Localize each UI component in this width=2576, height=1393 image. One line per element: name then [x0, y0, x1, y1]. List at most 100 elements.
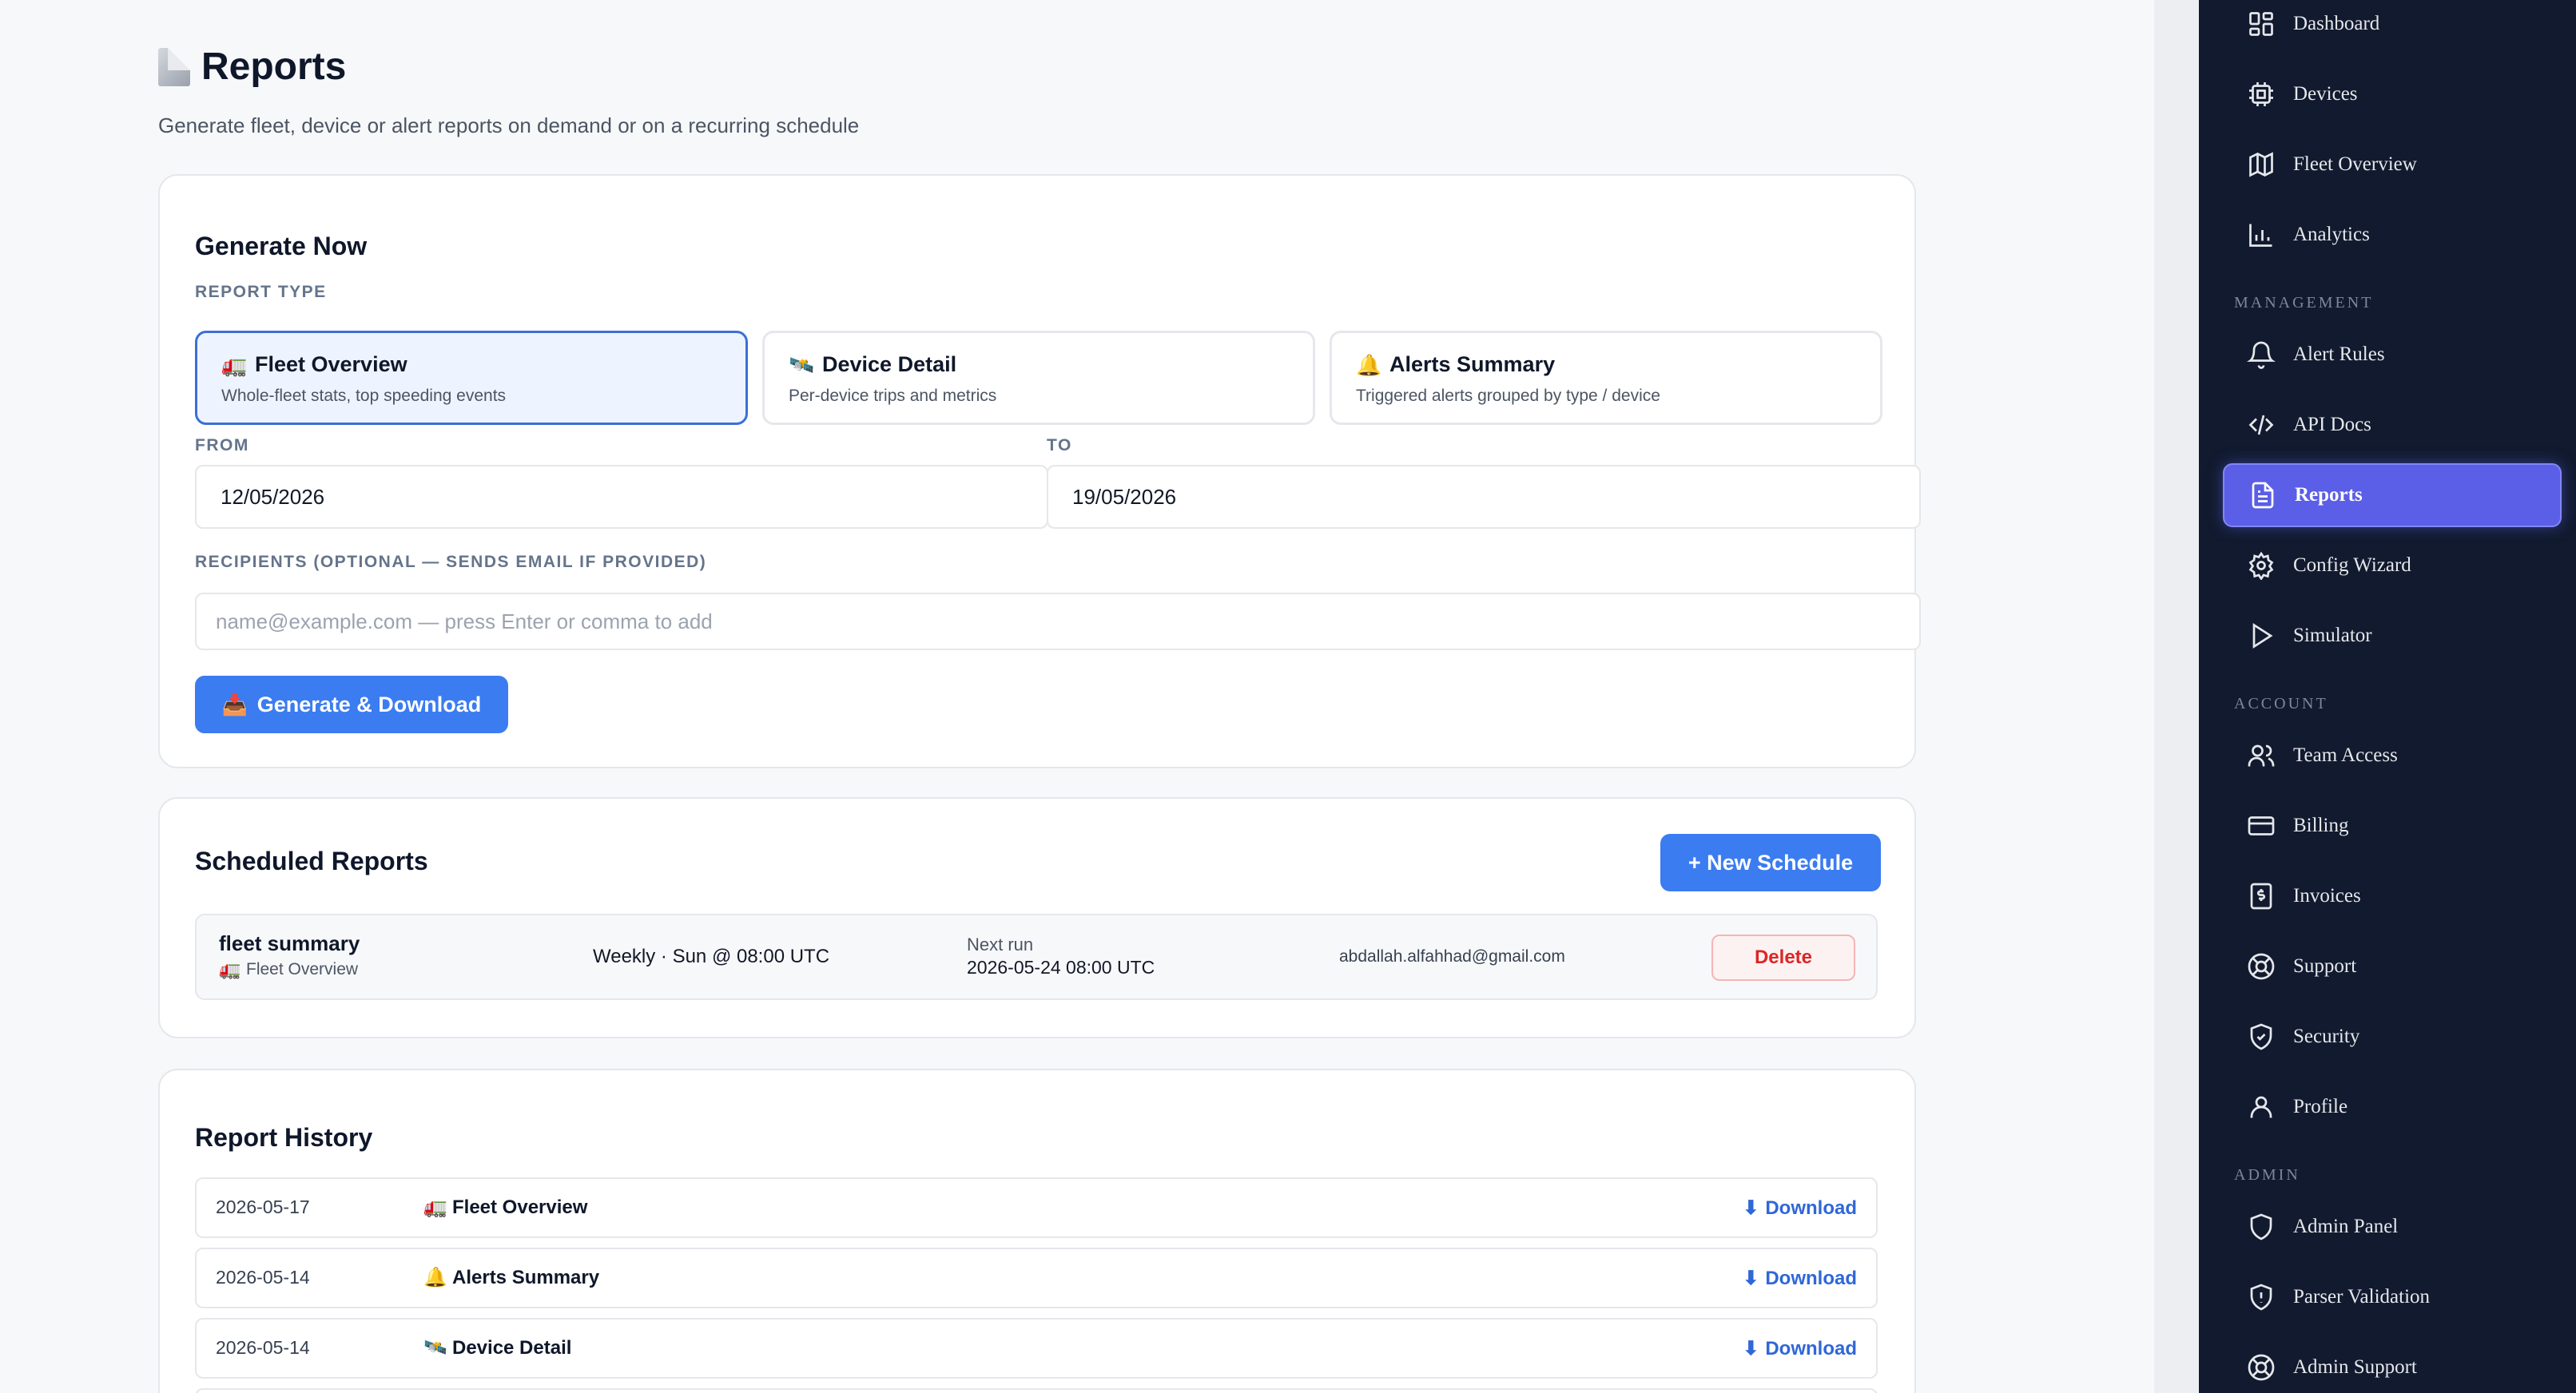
scheduled-report-row: fleet summary 🚛 Fleet Overview Weekly · … — [195, 914, 1878, 1000]
scheduled-reports-card: Scheduled Reports + New Schedule fleet s… — [158, 797, 1916, 1038]
sidebar-item-label: Config Wizard — [2293, 554, 2411, 576]
shield-alert-icon — [2250, 1284, 2272, 1311]
page-title-text: Reports — [201, 46, 347, 88]
download-link[interactable]: ⬇ Download — [1743, 1337, 1857, 1360]
option-title: Alerts Summary — [1389, 352, 1556, 376]
history-row: 2026-05-17 🚛 Fleet Overview ⬇ Download — [195, 1177, 1878, 1238]
schedule-frequency: Weekly · Sun @ 08:00 UTC — [593, 946, 830, 967]
document-icon — [158, 47, 190, 86]
sidebar-item-label: Admin Support — [2293, 1356, 2417, 1378]
sidebar: Dashboard Devices Fleet Overview Analyti… — [2199, 0, 2576, 1393]
schedule-recipient: abdallah.alfahhad@gmail.com — [1339, 947, 1565, 966]
to-date-field[interactable]: 19/05/2026 — [1047, 465, 1921, 529]
new-schedule-button[interactable]: + New Schedule — [1660, 834, 1881, 891]
option-title: Device Detail — [822, 352, 957, 376]
download-label: Download — [1765, 1267, 1857, 1289]
bell-icon: 🔔 — [1356, 352, 1382, 377]
download-link[interactable]: ⬇ Download — [1743, 1267, 1857, 1290]
sidebar-item-admin-support[interactable]: Admin Support — [2223, 1335, 2562, 1393]
history-row: 2026-05-14 🛰️ Device Detail ⬇ Download — [195, 1318, 1878, 1379]
history-row — [195, 1388, 1878, 1393]
to-label: TO — [1047, 436, 1072, 454]
main-content: Reports Generate fleet, device or alert … — [0, 0, 2154, 1393]
sidebar-item-alert-rules[interactable]: Alert Rules — [2223, 323, 2562, 387]
truck-icon: 🚛 — [221, 352, 248, 377]
schedule-type-label: Fleet Overview — [246, 960, 359, 978]
sidebar-item-fleet-overview[interactable]: Fleet Overview — [2223, 133, 2562, 196]
sidebar-item-label: API Docs — [2293, 414, 2371, 435]
option-description: Whole-fleet stats, top speeding events — [221, 387, 507, 405]
sidebar-item-parser-validation[interactable]: Parser Validation — [2223, 1265, 2562, 1329]
sidebar-item-dashboard[interactable]: Dashboard — [2223, 0, 2562, 56]
schedule-type: 🚛 Fleet Overview — [219, 960, 358, 979]
sidebar-item-security[interactable]: Security — [2223, 1005, 2562, 1069]
report-type-fleet-overview[interactable]: 🚛 Fleet Overview Whole-fleet stats, top s… — [195, 331, 748, 425]
sidebar-item-reports[interactable]: Reports — [2223, 463, 2562, 527]
sidebar-item-label: Support — [2293, 955, 2357, 977]
sidebar-item-label: Simulator — [2293, 625, 2372, 646]
history-type-label: Alerts Summary — [452, 1267, 600, 1288]
section-label-management: MANAGEMENT — [2234, 294, 2374, 312]
section-label-admin: ADMIN — [2234, 1166, 2300, 1184]
to-date-value: 19/05/2026 — [1072, 484, 1177, 509]
sidebar-item-api-docs[interactable]: API Docs — [2223, 393, 2562, 457]
report-history-title: Report History — [195, 1123, 373, 1152]
sidebar-item-label: Fleet Overview — [2293, 153, 2417, 175]
sidebar-item-invoices[interactable]: Invoices — [2223, 864, 2562, 928]
history-type-label: Fleet Overview — [452, 1197, 588, 1218]
page-title: Reports — [158, 45, 346, 89]
inbox-tray-icon: 📥 — [221, 693, 248, 716]
recipients-field[interactable] — [195, 593, 1921, 650]
sidebar-item-team-access[interactable]: Team Access — [2223, 724, 2562, 788]
sidebar-item-label: Analytics — [2293, 224, 2370, 245]
report-type-alerts-summary[interactable]: 🔔 Alerts Summary Triggered alerts grouped… — [1330, 331, 1882, 425]
dashboard-icon — [2249, 12, 2273, 36]
bell-icon — [2247, 341, 2276, 369]
download-link[interactable]: ⬇ Download — [1743, 1197, 1857, 1220]
lifebuoy-icon — [2248, 1354, 2275, 1381]
sidebar-item-label: Admin Panel — [2293, 1216, 2399, 1237]
map-icon — [2249, 152, 2273, 177]
sidebar-item-label: Devices — [2293, 83, 2358, 105]
from-date-field[interactable]: 12/05/2026 — [195, 465, 1048, 529]
download-label: Download — [1765, 1197, 1857, 1219]
sidebar-item-label: Reports — [2295, 484, 2363, 506]
sidebar-item-admin-panel[interactable]: Admin Panel — [2223, 1195, 2562, 1259]
sidebar-item-simulator[interactable]: Simulator — [2223, 604, 2562, 668]
truck-icon: 🚛 — [219, 959, 241, 979]
delete-schedule-button[interactable]: Delete — [1711, 935, 1855, 981]
sidebar-item-profile[interactable]: Profile — [2223, 1075, 2562, 1139]
sidebar-item-label: Team Access — [2293, 744, 2398, 766]
shield-check-icon — [2250, 1023, 2272, 1050]
option-description: Per-device trips and metrics — [789, 387, 997, 405]
play-icon — [2252, 623, 2273, 649]
bar-chart-icon — [2249, 224, 2272, 247]
next-run-value: 2026-05-24 08:00 UTC — [967, 957, 1155, 978]
sidebar-item-analytics[interactable]: Analytics — [2223, 203, 2562, 267]
sidebar-item-config-wizard[interactable]: Config Wizard — [2223, 534, 2562, 597]
generate-download-button[interactable]: 📥 Generate & Download — [195, 676, 508, 733]
sidebar-item-label: Dashboard — [2293, 13, 2380, 34]
satellite-icon: 🛰️ — [423, 1337, 447, 1359]
generate-now-title: Generate Now — [195, 232, 368, 260]
invoice-icon — [2250, 883, 2272, 910]
shield-icon — [2250, 1213, 2272, 1240]
history-type-label: Device Detail — [452, 1337, 572, 1359]
history-type: 🚛 Fleet Overview — [423, 1197, 587, 1219]
credit-card-icon — [2248, 816, 2275, 835]
schedule-name: fleet summary — [219, 931, 360, 955]
users-icon — [2248, 744, 2275, 767]
sidebar-item-support[interactable]: Support — [2223, 935, 2562, 998]
recipients-input[interactable] — [216, 609, 1900, 634]
report-type-device-detail[interactable]: 🛰️ Device Detail Per-device trips and met… — [762, 331, 1315, 425]
sidebar-item-label: Parser Validation — [2293, 1286, 2431, 1308]
page-subtitle: Generate fleet, device or alert reports … — [158, 113, 860, 137]
sidebar-item-devices[interactable]: Devices — [2223, 62, 2562, 126]
chip-icon — [2249, 82, 2273, 106]
sidebar-item-label: Security — [2293, 1026, 2360, 1047]
generate-download-label: Generate & Download — [256, 692, 482, 716]
download-icon: ⬇ — [1743, 1197, 1759, 1219]
sidebar-item-billing[interactable]: Billing — [2223, 794, 2562, 858]
history-date: 2026-05-14 — [216, 1267, 310, 1288]
report-type-label: REPORT TYPE — [195, 283, 327, 301]
